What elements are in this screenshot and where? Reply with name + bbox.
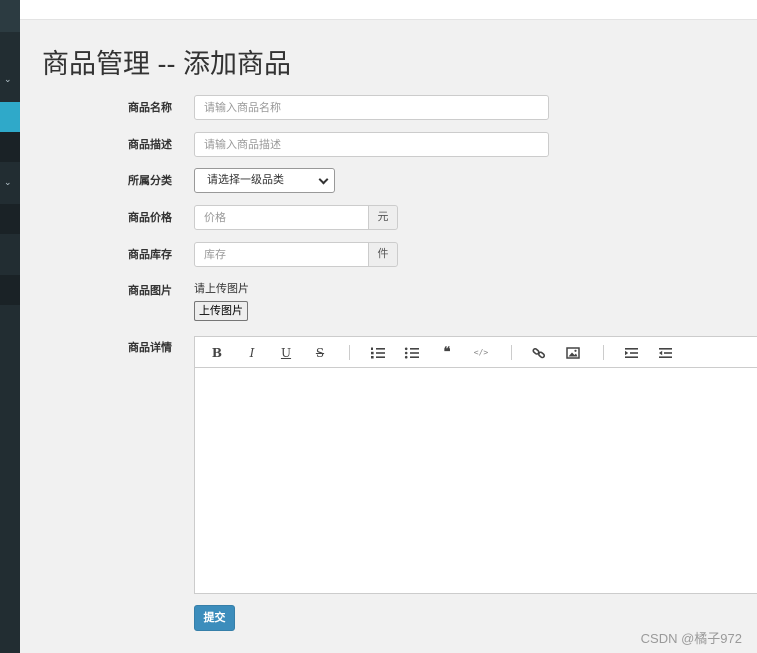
- upload-note: 请上传图片: [194, 283, 249, 295]
- form-row-stock: 商品库存 库存 件: [20, 242, 757, 268]
- sidebar-item[interactable]: [0, 275, 20, 305]
- upload-image-button[interactable]: 上传图片: [194, 301, 248, 321]
- detail-label: 商品详情: [128, 342, 172, 354]
- toolbar-divider: [349, 345, 350, 360]
- rich-text-editor: B I U S ❝ </>: [194, 336, 757, 594]
- stock-label: 商品库存: [128, 249, 172, 261]
- toolbar-divider: [511, 345, 512, 360]
- ordered-list-icon[interactable]: [369, 344, 387, 362]
- chevron-down-icon: ⌄: [4, 75, 12, 85]
- name-input[interactable]: 请输入商品名称: [194, 95, 549, 120]
- chevron-down-icon: ⌄: [4, 178, 12, 188]
- category-label: 所属分类: [128, 175, 172, 187]
- stock-unit-addon: 件: [368, 242, 398, 267]
- toolbar-divider: [603, 345, 604, 360]
- editor-content-area[interactable]: [195, 369, 757, 594]
- link-icon[interactable]: [530, 344, 548, 362]
- page-title: 商品管理 -- 添加商品: [42, 49, 291, 79]
- sidebar-item[interactable]: [0, 132, 20, 162]
- sidebar-menu-group-1[interactable]: ⌄: [0, 64, 20, 102]
- price-label: 商品价格: [128, 212, 172, 224]
- form-row-desc: 商品描述 请输入商品描述: [20, 132, 757, 158]
- form-row-category: 所属分类 请选择一级品类: [20, 168, 757, 194]
- sidebar-item[interactable]: [0, 204, 20, 234]
- strikethrough-icon[interactable]: S: [311, 344, 329, 362]
- name-label: 商品名称: [128, 102, 172, 114]
- category-selected-value: 请选择一级品类: [207, 174, 284, 186]
- code-icon[interactable]: </>: [472, 344, 490, 362]
- sidebar-menu-group-2[interactable]: ⌄: [0, 168, 20, 204]
- form-row-name: 商品名称 请输入商品名称: [20, 95, 757, 121]
- bold-icon[interactable]: B: [208, 344, 226, 362]
- indent-icon[interactable]: [622, 344, 640, 362]
- price-input[interactable]: 价格: [194, 205, 369, 230]
- unordered-list-icon[interactable]: [403, 344, 421, 362]
- form-row-price: 商品价格 价格 元: [20, 205, 757, 231]
- sidebar: ⌄ ⌄: [0, 0, 20, 653]
- submit-button[interactable]: 提交: [194, 605, 235, 631]
- top-header: [20, 0, 757, 20]
- editor-toolbar: B I U S ❝ </>: [195, 337, 757, 368]
- price-unit-addon: 元: [368, 205, 398, 230]
- blockquote-icon[interactable]: ❝: [438, 344, 456, 362]
- underline-icon[interactable]: U: [277, 344, 295, 362]
- desc-input[interactable]: 请输入商品描述: [194, 132, 549, 157]
- italic-icon[interactable]: I: [243, 344, 261, 362]
- image-icon[interactable]: [564, 344, 582, 362]
- chevron-down-icon: [318, 174, 329, 185]
- category-select[interactable]: 请选择一级品类: [194, 168, 335, 193]
- form-row-image: 商品图片: [20, 278, 757, 304]
- sidebar-header: [0, 0, 20, 32]
- sidebar-item-active[interactable]: [0, 102, 20, 132]
- stock-input[interactable]: 库存: [194, 242, 369, 267]
- watermark: CSDN @橘子972: [640, 631, 742, 646]
- image-label: 商品图片: [128, 285, 172, 297]
- desc-label: 商品描述: [128, 139, 172, 151]
- outdent-icon[interactable]: [656, 344, 674, 362]
